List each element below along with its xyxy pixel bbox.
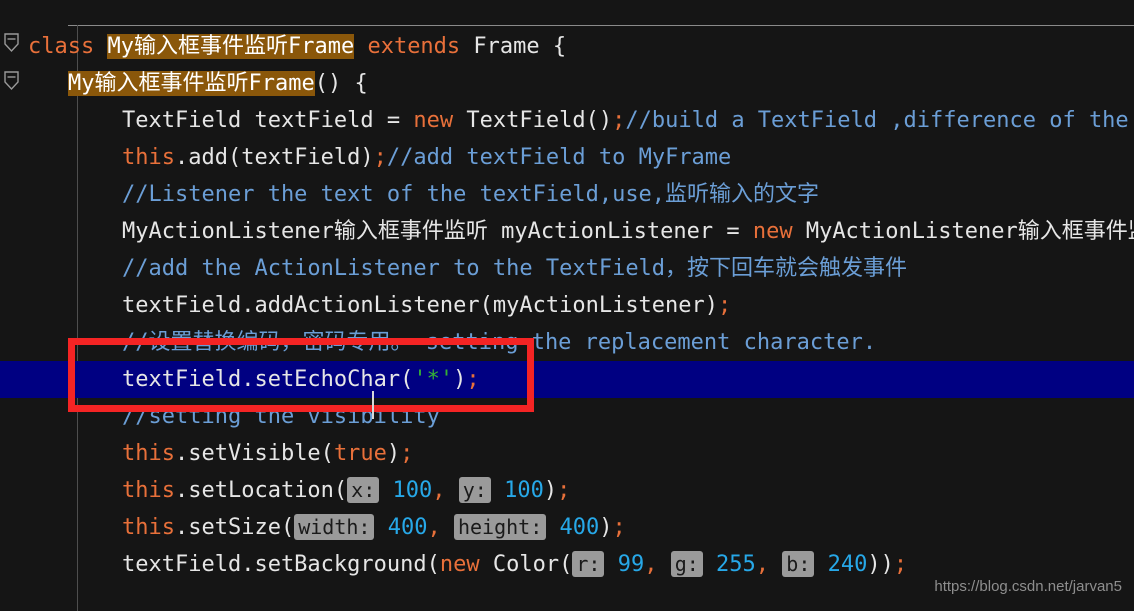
code-token: TextField textField =	[122, 108, 414, 133]
keyword: extends	[367, 34, 461, 59]
keyword: this	[122, 515, 175, 540]
line-set-visible[interactable]: this.setVisible(true);	[0, 435, 1134, 472]
code-token: .add(textField)	[174, 145, 374, 170]
code-comment: //Listener the text of the textField,use…	[122, 182, 820, 207]
code-token: )	[543, 478, 558, 503]
code-comment: //设置替换编码，密码专用。 setting the replacement c…	[122, 330, 877, 355]
keyword: this	[122, 478, 175, 503]
code-token: ;	[466, 367, 480, 392]
numeric-literal: 100	[504, 478, 544, 503]
text-caret	[372, 391, 374, 419]
code-token: ,	[755, 552, 770, 577]
code-token: MyActionListener输入框事件监听 myActionListener…	[122, 219, 753, 244]
code-editor[interactable]: class My输入框事件监听Frame extends Frame {My输入…	[0, 0, 1134, 611]
code-token: ;	[612, 108, 626, 133]
line-add-textfield[interactable]: this.add(textField);//add textField to M…	[0, 139, 1134, 176]
code-token: )	[386, 441, 401, 466]
keyword: this	[122, 441, 175, 466]
parameter-hint-chip: x:	[347, 477, 380, 503]
numeric-literal: 99	[617, 552, 645, 577]
watermark-url: https://blog.csdn.net/jarvan5	[934, 578, 1122, 595]
code-token: .setVisible(	[174, 441, 334, 466]
line-set-size[interactable]: this.setSize(width: 400, height: 400);	[0, 509, 1134, 546]
line-comment-listener[interactable]: //Listener the text of the textField,use…	[0, 176, 1134, 213]
code-content[interactable]: class My输入框事件监听Frame extends Frame {My输入…	[0, 0, 1134, 611]
line-set-location[interactable]: this.setLocation(x: 100, y: 100);	[0, 472, 1134, 509]
char-literal: '*'	[413, 367, 454, 392]
code-token: ,	[427, 515, 441, 540]
code-token: )	[599, 515, 613, 540]
parameter-hint-chip: height:	[453, 514, 547, 540]
parameter-hint-chip: y:	[458, 477, 491, 503]
code-comment: //setting the visibility	[122, 404, 440, 429]
numeric-literal: 240	[827, 552, 868, 577]
code-token: ;	[373, 145, 387, 170]
keyword: new	[439, 552, 480, 577]
code-token: textField.setBackground(	[122, 552, 440, 577]
code-token: Frame {	[460, 34, 567, 59]
line-comment-visibility[interactable]: //setting the visibility	[0, 398, 1134, 435]
code-token: ;	[557, 478, 571, 503]
code-comment: //add the ActionListener to the TextFiel…	[122, 256, 908, 281]
numeric-literal: 400	[387, 515, 428, 540]
line-comment-add-listener[interactable]: //add the ActionListener to the TextFiel…	[0, 250, 1134, 287]
code-token: ))	[867, 552, 894, 577]
line-listener-decl[interactable]: MyActionListener输入框事件监听 myActionListener…	[0, 213, 1134, 250]
code-token: ;	[400, 441, 414, 466]
code-token: .setLocation(	[174, 478, 348, 503]
code-comment: //build a TextField ,difference of the T…	[625, 108, 1129, 133]
keyword: this	[122, 145, 175, 170]
code-token: ,	[432, 478, 446, 503]
parameter-hint-chip: r:	[572, 551, 605, 577]
code-token: .setSize(	[174, 515, 295, 540]
code-token: ;	[718, 293, 732, 318]
line-add-action-listener[interactable]: textField.addActionListener(myActionList…	[0, 287, 1134, 324]
code-token: TextField()	[453, 108, 613, 133]
code-token: Color(	[479, 552, 573, 577]
code-comment: //add textField to MyFrame	[386, 145, 732, 170]
line-set-echo-char[interactable]: textField.setEchoChar('*');	[0, 361, 1134, 398]
code-token: textField.setEchoChar(	[122, 367, 414, 392]
numeric-literal: 255	[716, 552, 756, 577]
code-token: textField.addActionListener(myActionList…	[122, 293, 719, 318]
keyword: true	[333, 441, 387, 466]
line-textfield-decl[interactable]: TextField textField = new TextField();//…	[0, 102, 1134, 139]
line-class-decl[interactable]: class My输入框事件监听Frame extends Frame {	[0, 28, 1134, 65]
line-comment-echo[interactable]: //设置替换编码，密码专用。 setting the replacement c…	[0, 324, 1134, 361]
highlighted-identifier: My输入框事件监听Frame	[68, 71, 315, 96]
parameter-hint-chip: b:	[782, 551, 815, 577]
code-token: ;	[893, 552, 908, 577]
numeric-literal: 400	[559, 515, 600, 540]
keyword: class	[28, 34, 108, 59]
keyword: new	[413, 108, 454, 133]
highlighted-identifier: My输入框事件监听Frame	[107, 34, 355, 59]
numeric-literal: 100	[392, 478, 433, 503]
code-token: () {	[314, 71, 368, 96]
parameter-hint-chip: g:	[670, 551, 703, 577]
keyword: new	[752, 219, 793, 244]
line-constructor[interactable]: My输入框事件监听Frame() {	[0, 65, 1134, 102]
code-token: MyActionListener输入框事件监听();	[805, 219, 1134, 244]
code-token: )	[453, 367, 467, 392]
code-token: ;	[612, 515, 626, 540]
parameter-hint-chip: width:	[294, 514, 375, 540]
code-token: ,	[644, 552, 658, 577]
